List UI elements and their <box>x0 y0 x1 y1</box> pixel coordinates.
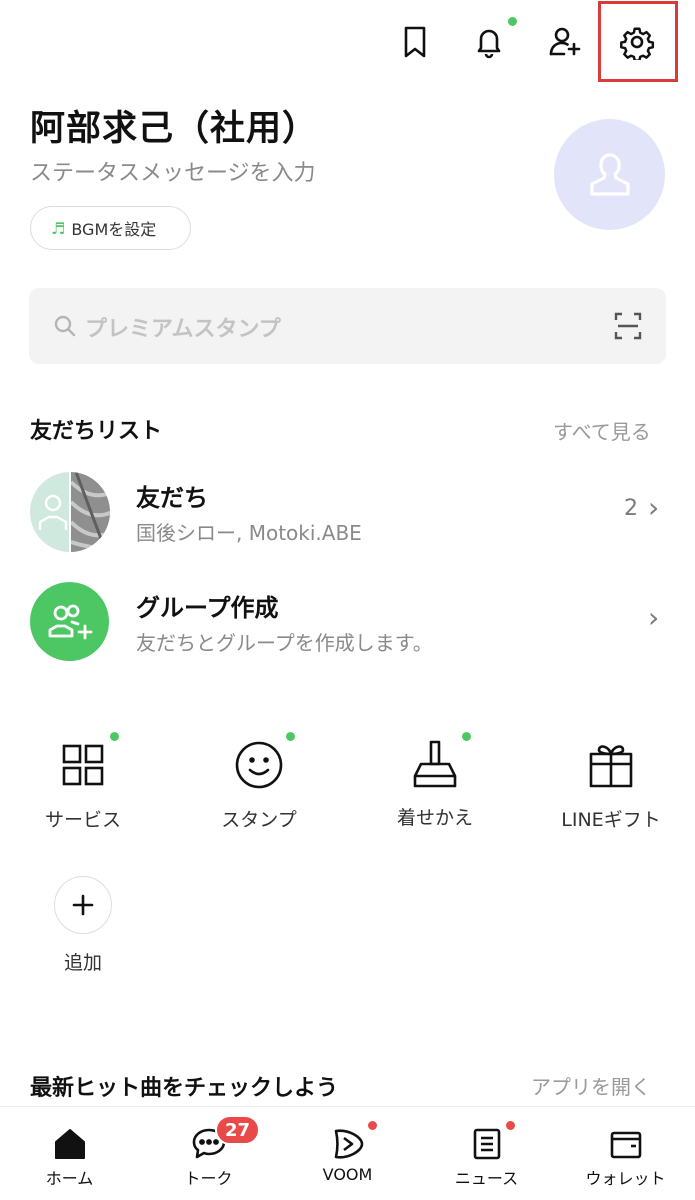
service-item-themes[interactable]: 着せかえ <box>365 732 505 830</box>
nav-label: トーク <box>184 1169 233 1188</box>
avatar[interactable] <box>554 119 665 230</box>
create-group-title: グループ作成 <box>136 594 279 622</box>
nav-label: VOOM <box>322 1165 373 1184</box>
group-add-icon <box>48 604 92 639</box>
notifications-button[interactable] <box>467 17 517 64</box>
create-group-avatar <box>30 582 109 661</box>
news-icon <box>473 1128 500 1160</box>
nav-label: ウォレット <box>585 1169 666 1188</box>
friends-row-subtitle: 国後シロー, Motoki.ABE <box>136 521 362 545</box>
bgm-button[interactable]: ♬ BGMを設定 <box>30 206 191 250</box>
chevron-right-icon: › <box>648 601 660 634</box>
voom-icon <box>334 1129 363 1159</box>
nav-home[interactable]: ホーム <box>0 1107 139 1200</box>
friends-avatar-group <box>30 472 110 552</box>
add-service-label: 追加 <box>63 952 102 974</box>
bookmark-button[interactable] <box>393 20 437 64</box>
service-item-stamps[interactable]: スタンプ <box>189 732 329 832</box>
settings-highlight-box <box>598 1 678 82</box>
new-dot <box>286 732 295 741</box>
new-dot <box>462 732 471 741</box>
nav-news[interactable]: ニュース <box>417 1107 556 1200</box>
plus-icon <box>72 894 94 916</box>
service-label: サービス <box>44 809 121 831</box>
nav-wallet[interactable]: ウォレット <box>556 1107 695 1200</box>
music-note-icon: ♬ <box>51 218 66 238</box>
friend-photo <box>69 472 110 552</box>
service-item-services[interactable]: サービス <box>13 732 153 832</box>
service-label: スタンプ <box>221 809 297 831</box>
search-bar[interactable]: プレミアムスタンプ <box>29 288 666 364</box>
nav-label: ホーム <box>45 1169 94 1188</box>
unread-badge: 27 <box>215 1115 261 1145</box>
friends-count: 2 <box>624 496 638 521</box>
add-friend-icon <box>549 27 581 56</box>
smiley-icon <box>235 741 283 789</box>
qr-scan-icon[interactable] <box>614 312 642 340</box>
create-group-row[interactable]: グループ作成 友だちとグループを作成します。 › <box>0 575 695 665</box>
grid-icon <box>62 744 104 786</box>
service-label: 着せかえ <box>396 807 473 829</box>
service-label: LINEギフト <box>561 809 661 831</box>
home-icon <box>54 1129 85 1159</box>
friends-row[interactable]: 友だち 国後シロー, Motoki.ABE 2 › <box>0 465 695 555</box>
gift-icon <box>589 745 633 788</box>
status-message-field[interactable]: ステータスメッセージを入力 <box>30 155 316 187</box>
nav-voom[interactable]: VOOM <box>278 1107 417 1200</box>
chevron-right-icon: › <box>648 491 660 524</box>
new-dot <box>368 1121 377 1130</box>
notification-dot <box>508 17 517 26</box>
add-friend-button[interactable] <box>542 20 586 64</box>
nav-label: ニュース <box>454 1169 519 1188</box>
profile-name[interactable]: 阿部求己（社用） <box>30 100 318 151</box>
new-dot <box>110 732 119 741</box>
friend-avatar-icon <box>38 494 68 530</box>
friends-row-title: 友だち <box>136 484 208 512</box>
friend-photo-texture <box>69 472 110 552</box>
brush-icon <box>413 740 457 788</box>
search-icon <box>54 315 76 337</box>
friends-list-title: 友だちリスト <box>30 419 163 444</box>
bookmark-icon <box>404 26 426 58</box>
new-dot <box>506 1121 515 1130</box>
nav-talk[interactable]: トーク 27 <box>139 1107 278 1200</box>
open-app-link[interactable]: アプリを開く <box>531 1071 651 1100</box>
bottom-nav: ホーム トーク 27 VOOM ニュース ウォレット <box>0 1106 695 1200</box>
default-user-icon <box>589 152 630 196</box>
see-all-link[interactable]: すべて見る <box>553 416 651 445</box>
bell-icon <box>477 29 501 59</box>
service-item-gift[interactable]: LINEギフト <box>541 735 681 832</box>
wallet-icon <box>610 1131 641 1159</box>
create-group-subtitle: 友だちとグループを作成します。 <box>136 631 433 655</box>
add-service-button[interactable] <box>54 876 112 934</box>
search-input[interactable]: プレミアムスタンプ <box>85 311 281 343</box>
music-section-title: 最新ヒット曲をチェックしよう <box>30 1076 339 1101</box>
bgm-button-label: BGMを設定 <box>71 220 157 239</box>
